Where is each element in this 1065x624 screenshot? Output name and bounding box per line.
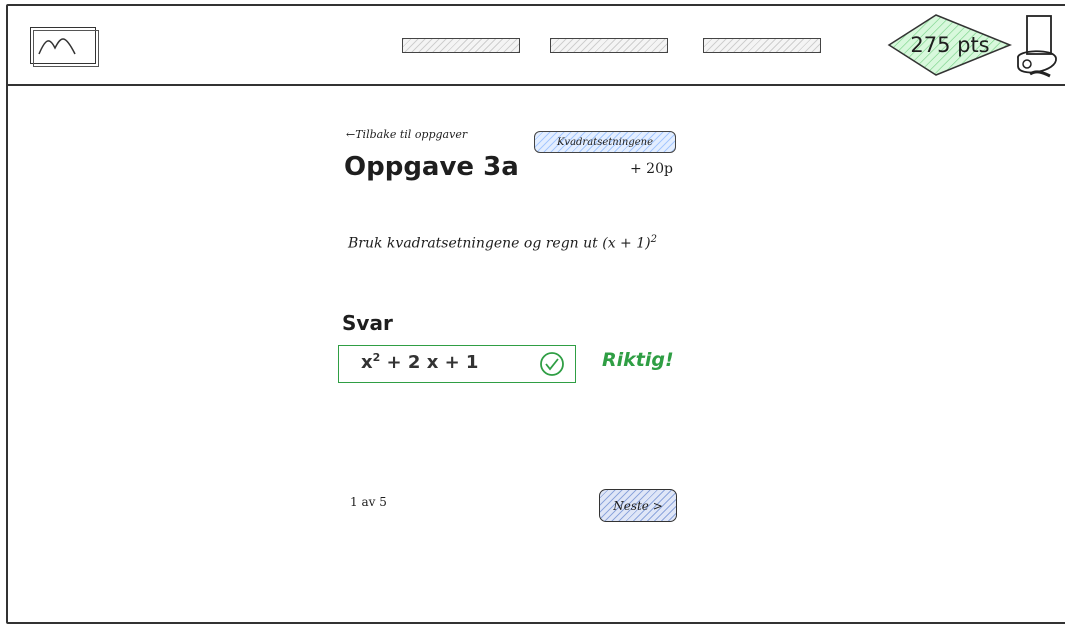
back-to-tasks-link[interactable]: ←Tilbake til oppgaver <box>346 128 467 141</box>
answer-label: Svar <box>342 311 393 335</box>
topic-tag[interactable]: Kvadratsetningene <box>534 131 676 153</box>
next-button[interactable]: Neste > <box>599 489 677 522</box>
task-title: Oppgave 3a <box>344 152 519 182</box>
question-body: Bruk kvadratsetningene og regn ut (x + 1… <box>348 235 651 252</box>
answer-base: x <box>361 352 373 373</box>
mountain-icon <box>38 38 76 55</box>
answer-value: x2 + 2 x + 1 <box>361 351 478 373</box>
page-frame <box>6 4 1065 624</box>
question-exponent: 2 <box>650 234 657 245</box>
monocle-avatar-icon[interactable] <box>1010 12 1060 82</box>
check-circle-icon <box>540 352 564 376</box>
logo[interactable] <box>30 27 99 67</box>
page-indicator: 1 av 5 <box>350 495 387 509</box>
answer-input[interactable]: x2 + 2 x + 1 <box>338 345 576 383</box>
question-text: Bruk kvadratsetningene og regn ut (x + 1… <box>348 234 657 252</box>
answer-rest: + 2 x + 1 <box>380 352 479 373</box>
answer-feedback: Riktig! <box>602 349 674 371</box>
header-divider <box>6 84 1065 86</box>
nav-item-1[interactable] <box>402 38 520 53</box>
nav-item-3[interactable] <box>703 38 821 53</box>
nav-item-2[interactable] <box>550 38 668 53</box>
task-reward: + 20p <box>630 161 673 177</box>
points-value: 275 pts <box>910 33 990 57</box>
points-badge: 275 pts <box>886 12 1014 78</box>
